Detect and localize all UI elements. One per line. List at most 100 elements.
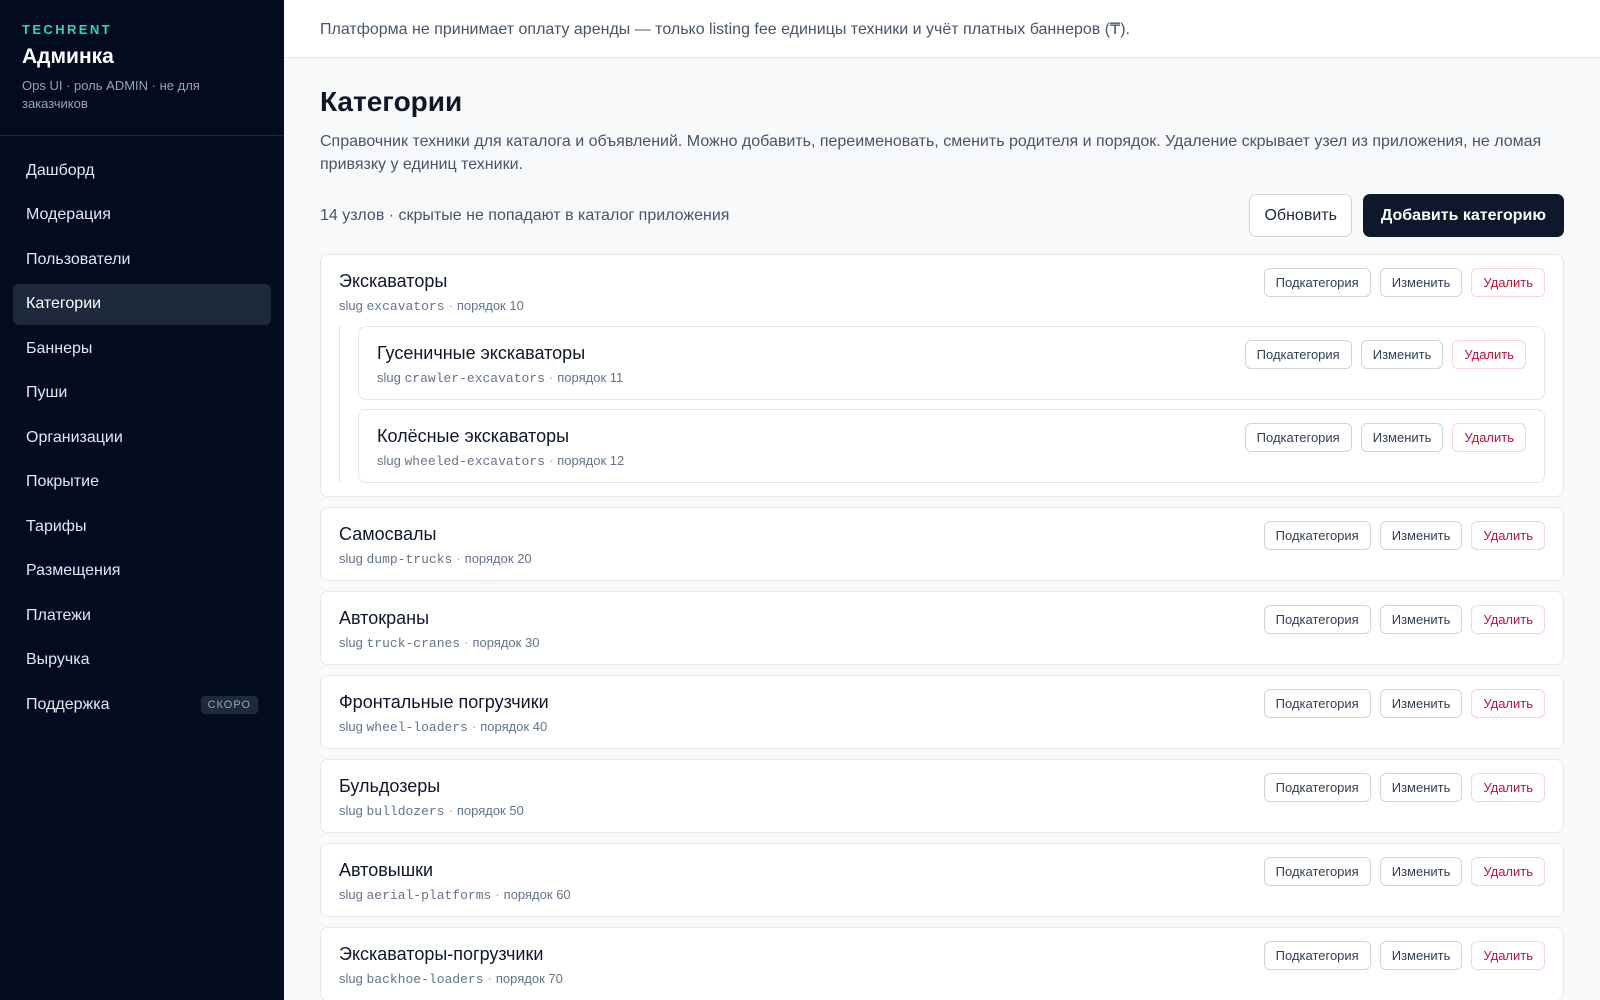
add-category-button[interactable]: Добавить категорию xyxy=(1362,194,1564,237)
delete-button[interactable]: Удалить xyxy=(1471,773,1545,802)
category-order: 50 xyxy=(509,803,524,818)
category-list: Экскаваторы slug excavators · порядок 10 Под… xyxy=(320,254,1564,1000)
sidebar-item-label: Дашборд xyxy=(26,161,95,179)
category-meta: slug dump-trucks · порядок 20 xyxy=(339,551,532,567)
meta-separator: · xyxy=(548,453,554,468)
category-name: Экскаваторы xyxy=(339,271,448,291)
category-order: 30 xyxy=(524,635,540,650)
order-label: порядок xyxy=(557,370,607,385)
slug-label: slug xyxy=(339,803,363,818)
sidebar-item-label: Покрытие xyxy=(26,473,99,490)
sidebar-item-6[interactable]: Организации xyxy=(13,417,271,458)
sidebar-item-1[interactable]: Модерация xyxy=(13,195,271,236)
sidebar-item-8[interactable]: Тарифы xyxy=(13,506,271,547)
category-meta: slug aerial-platforms · порядок 60 xyxy=(339,887,571,903)
category-info: Экскаваторы-погрузчики slug backhoe-loade… xyxy=(339,941,563,987)
sidebar-item-12[interactable]: Поддержка СКОРО xyxy=(13,684,271,725)
delete-button[interactable]: Удалить xyxy=(1471,941,1545,970)
category-slug: dump-trucks xyxy=(366,552,453,567)
category-slug: crawler-excavators xyxy=(404,371,545,386)
edit-button[interactable]: Изменить xyxy=(1379,605,1463,634)
order-label: порядок xyxy=(456,298,506,313)
sidebar-item-label: Пользователи xyxy=(26,250,131,268)
sidebar-item-7[interactable]: Покрытие xyxy=(13,462,271,503)
edit-button[interactable]: Изменить xyxy=(1379,773,1463,802)
category-header: Фронтальные погрузчики slug wheel-loaders… xyxy=(339,689,1545,735)
delete-button[interactable]: Удалить xyxy=(1471,521,1545,550)
sidebar-item-5[interactable]: Пуши xyxy=(13,373,271,414)
meta-separator: · xyxy=(456,551,461,566)
order-label: порядок xyxy=(503,887,553,902)
category-name: Фронтальные погрузчики xyxy=(339,692,549,712)
category-order: 20 xyxy=(517,551,532,566)
edit-button[interactable]: Изменить xyxy=(1379,268,1463,297)
slug-label: slug xyxy=(339,971,363,986)
category-header: Автовышки slug aerial-platforms · порядок 6… xyxy=(339,857,1545,903)
delete-button[interactable]: Удалить xyxy=(1471,857,1545,886)
page-description: Справочник техники для каталога и объявл… xyxy=(320,133,1542,173)
add-subcategory-button[interactable]: Подкатегория xyxy=(1263,268,1371,297)
category-slug: wheeled-excavators xyxy=(404,454,545,469)
category-header: Самосвалы slug dump-trucks · порядок 20 Подк… xyxy=(339,521,1545,567)
subcategory-card: Гусеничные экскаваторы slug crawler-excav… xyxy=(358,326,1545,400)
category-order: 12 xyxy=(609,453,625,468)
edit-button[interactable]: Изменить xyxy=(1360,340,1444,369)
category-slug: excavators xyxy=(366,299,445,314)
order-label: порядок xyxy=(456,803,506,818)
edit-button[interactable]: Изменить xyxy=(1379,857,1463,886)
category-slug: backhoe-loaders xyxy=(366,972,484,987)
category-meta: slug crawler-excavators · порядок 11 xyxy=(377,370,623,386)
toolbar-actions: Обновить Добавить категорию xyxy=(1249,194,1564,237)
add-subcategory-button[interactable]: Подкатегория xyxy=(1263,773,1371,802)
slug-label: slug xyxy=(377,453,401,468)
edit-button[interactable]: Изменить xyxy=(1360,423,1444,452)
category-header: Автокраны slug truck-cranes · порядок 30 Под… xyxy=(339,605,1545,651)
edit-button[interactable]: Изменить xyxy=(1379,689,1463,718)
slug-label: slug xyxy=(339,887,363,902)
brand-title: Админка xyxy=(22,45,114,68)
category-actions: Подкатегория Изменить Удалить xyxy=(1263,941,1545,970)
delete-button[interactable]: Удалить xyxy=(1471,689,1545,718)
category-info: Гусеничные экскаваторы slug crawler-excav… xyxy=(377,340,623,386)
add-subcategory-button[interactable]: Подкатегория xyxy=(1244,340,1352,369)
delete-button[interactable]: Удалить xyxy=(1452,340,1526,369)
add-subcategory-button[interactable]: Подкатегория xyxy=(1263,941,1371,970)
add-subcategory-button[interactable]: Подкатегория xyxy=(1263,857,1371,886)
page-title: Категории xyxy=(320,86,463,117)
sidebar-item-9[interactable]: Размещения xyxy=(13,551,271,592)
sidebar-item-label: Платежи xyxy=(26,606,91,624)
sidebar-item-11[interactable]: Выручка xyxy=(13,640,271,681)
brand-tag: TECHRENT xyxy=(22,22,112,37)
add-subcategory-button[interactable]: Подкатегория xyxy=(1263,689,1371,718)
sidebar-item-10[interactable]: Платежи xyxy=(13,595,271,636)
category-actions: Подкатегория Изменить Удалить xyxy=(1263,268,1545,297)
sidebar-item-4[interactable]: Баннеры xyxy=(13,328,271,369)
delete-button[interactable]: Удалить xyxy=(1471,605,1545,634)
category-actions: Подкатегория Изменить Удалить xyxy=(1263,605,1545,634)
category-name: Автовышки xyxy=(339,860,434,880)
notice-bar: Платформа не принимает оплату аренды — т… xyxy=(284,0,1600,58)
sidebar-item-label: Поддержка xyxy=(26,695,110,713)
sidebar-item-3[interactable]: Категории xyxy=(13,283,271,325)
add-subcategory-button[interactable]: Подкатегория xyxy=(1263,605,1371,634)
category-actions: Подкатегория Изменить Удалить xyxy=(1263,521,1545,550)
category-header: Бульдозеры slug bulldozers · порядок 50 Подк… xyxy=(339,773,1545,819)
sidebar-item-0[interactable]: Дашборд xyxy=(13,150,271,191)
delete-button[interactable]: Удалить xyxy=(1471,268,1545,297)
delete-button[interactable]: Удалить xyxy=(1452,423,1526,452)
refresh-button[interactable]: Обновить xyxy=(1249,194,1352,237)
add-subcategory-button[interactable]: Подкатегория xyxy=(1244,423,1352,452)
soon-badge: СКОРО xyxy=(200,695,258,714)
category-card: Бульдозеры slug bulldozers · порядок 50 Подк… xyxy=(320,759,1564,833)
slug-label: slug xyxy=(339,551,363,566)
edit-button[interactable]: Изменить xyxy=(1379,521,1463,550)
order-label: порядок xyxy=(472,635,522,650)
sidebar-item-2[interactable]: Пользователи xyxy=(13,239,271,280)
category-meta: slug wheeled-excavators · порядок 12 xyxy=(377,453,624,469)
edit-button[interactable]: Изменить xyxy=(1379,941,1463,970)
content: Категории Справочник техники для каталог… xyxy=(284,58,1600,1000)
brand-subtitle: Ops UI · роль ADMIN · не для заказчиков xyxy=(22,78,200,111)
add-subcategory-button[interactable]: Подкатегория xyxy=(1263,521,1371,550)
sidebar-nav: Дашборд Модерация Пользователи Категории Бан… xyxy=(0,136,284,739)
category-meta: slug bulldozers · порядок 50 xyxy=(339,803,524,819)
